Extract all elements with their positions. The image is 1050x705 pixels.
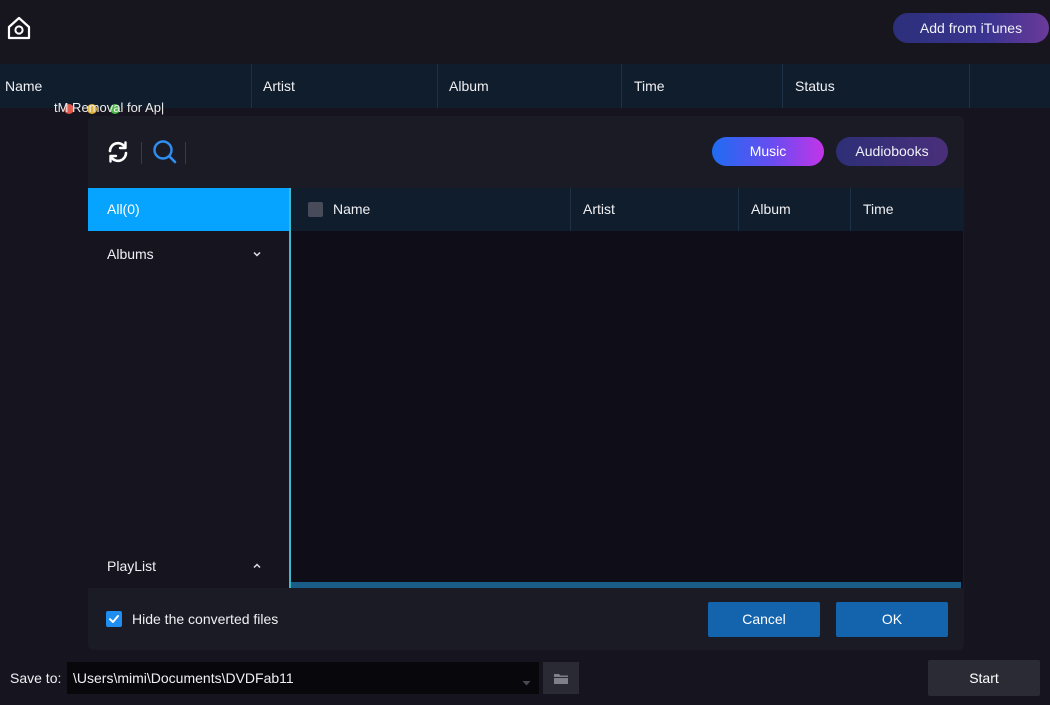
start-button[interactable]: Start (928, 660, 1040, 696)
column-header-artist[interactable]: Artist (252, 64, 438, 108)
column-header-status[interactable]: Status (783, 64, 970, 108)
music-tab-button[interactable]: Music (712, 137, 824, 166)
chevron-up-icon (252, 544, 262, 588)
save-to-label: Save to: (10, 670, 62, 686)
toolbar-divider (185, 142, 186, 164)
top-bar: Add from iTunes (0, 0, 1050, 64)
path-dropdown-icon[interactable] (522, 674, 531, 692)
dialog-footer: Hide the converted files Cancel OK (88, 588, 964, 650)
select-all-checkbox[interactable] (308, 202, 323, 217)
background-window-title: tM Removal for Ap| (54, 100, 165, 115)
column-header-album[interactable]: Album (739, 188, 851, 231)
sidebar-item-albums[interactable]: Albums (88, 232, 290, 276)
output-path-field[interactable]: \Users\mimi\Documents\DVDFab11 (67, 662, 539, 694)
refresh-icon[interactable] (106, 140, 130, 164)
itunes-library-dialog: Music Audiobooks All(0) Albums PlayList … (88, 116, 964, 650)
sidebar-item-label: Albums (107, 246, 154, 262)
toolbar-divider (141, 142, 142, 164)
home-icon (7, 16, 31, 40)
column-header-album[interactable]: Album (438, 64, 622, 108)
browse-folder-button[interactable] (543, 662, 579, 694)
audiobooks-tab-button[interactable]: Audiobooks (836, 137, 948, 166)
sidebar-item-label: PlayList (107, 558, 157, 574)
bottom-bar: Save to: \Users\mimi\Documents\DVDFab11 … (0, 650, 1050, 705)
sidebar-item-all[interactable]: All(0) (88, 188, 290, 231)
dialog-sidebar: All(0) Albums PlayList (88, 188, 290, 588)
checkmark-icon (109, 615, 119, 623)
search-icon[interactable] (152, 139, 178, 165)
column-header-artist[interactable]: Artist (571, 188, 739, 231)
home-button[interactable] (5, 13, 33, 43)
track-list-pane: Name Artist Album Time (291, 188, 963, 588)
hide-converted-label: Hide the converted files (132, 611, 279, 627)
column-header-time[interactable]: Time (851, 188, 963, 231)
hide-converted-checkbox[interactable] (106, 611, 122, 627)
add-from-itunes-button[interactable]: Add from iTunes (893, 13, 1049, 43)
column-header-name[interactable]: Name (291, 188, 571, 231)
track-table-header: Name Artist Album Time (291, 188, 963, 231)
ok-button[interactable]: OK (836, 602, 948, 637)
chevron-down-icon (252, 232, 262, 276)
folder-icon (554, 673, 568, 684)
dialog-toolbar: Music Audiobooks (88, 116, 964, 188)
column-header-time[interactable]: Time (622, 64, 783, 108)
cancel-button[interactable]: Cancel (708, 602, 820, 637)
sidebar-item-playlist[interactable]: PlayList (88, 544, 290, 588)
column-label: Name (333, 201, 371, 217)
